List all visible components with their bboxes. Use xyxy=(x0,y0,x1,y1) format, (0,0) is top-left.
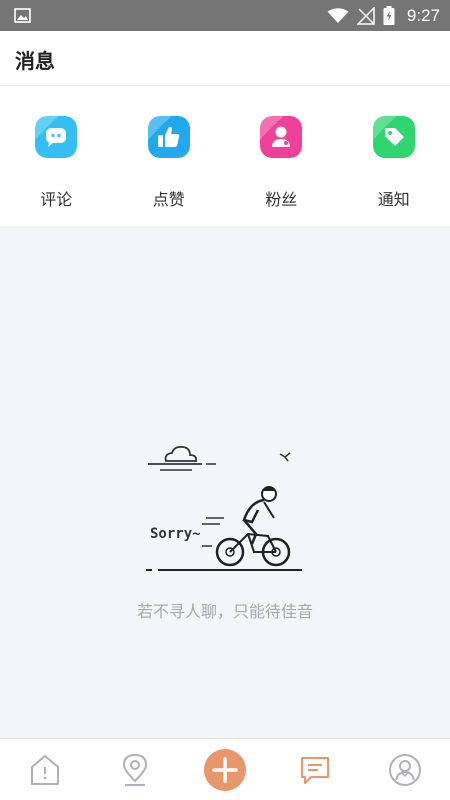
category-label: 粉丝 xyxy=(265,190,298,209)
bottom-tab-bar xyxy=(0,738,450,800)
category-label: 评论 xyxy=(40,190,73,209)
image-icon xyxy=(14,8,31,23)
profile-tab[interactable] xyxy=(360,739,450,800)
category-likes[interactable]: 点赞 xyxy=(113,86,226,226)
page-title: 消息 xyxy=(15,49,55,73)
tag-icon xyxy=(372,116,415,158)
category-fans[interactable]: 粉丝 xyxy=(225,86,338,226)
location-tab[interactable] xyxy=(90,739,180,800)
profile-icon xyxy=(389,754,421,786)
cyclist-icon: Sorry~ xyxy=(146,445,302,571)
empty-message: 若不寻人聊，只能待佳音 xyxy=(136,602,313,621)
header: 消息 xyxy=(0,31,450,86)
messages-tab[interactable] xyxy=(270,739,360,800)
category-label: 通知 xyxy=(377,190,410,209)
category-notifications[interactable]: 通知 xyxy=(338,86,450,226)
signal-icon xyxy=(356,6,375,25)
plus-icon xyxy=(204,749,246,791)
category-comments[interactable]: 评论 xyxy=(0,86,113,226)
home-icon xyxy=(31,755,59,785)
message-icon xyxy=(301,757,329,784)
location-pin-icon xyxy=(122,753,148,786)
wifi-icon xyxy=(327,7,349,23)
chat-bubble-icon xyxy=(35,116,77,158)
illustration-text: Sorry~ xyxy=(150,526,201,542)
category-label: 点赞 xyxy=(152,190,185,209)
status-time: 9:27 xyxy=(406,5,440,25)
battery-charging-icon xyxy=(383,6,395,25)
thumbs-up-icon xyxy=(147,116,190,158)
message-categories: 评论 点赞 粉丝 通知 xyxy=(0,86,450,226)
empty-state: Sorry~ 若不寻人聊，只能待佳音 xyxy=(0,226,450,738)
status-bar: 9:27 xyxy=(0,0,450,31)
home-tab[interactable] xyxy=(0,739,90,800)
add-tab[interactable] xyxy=(180,739,270,800)
person-icon xyxy=(260,116,302,158)
